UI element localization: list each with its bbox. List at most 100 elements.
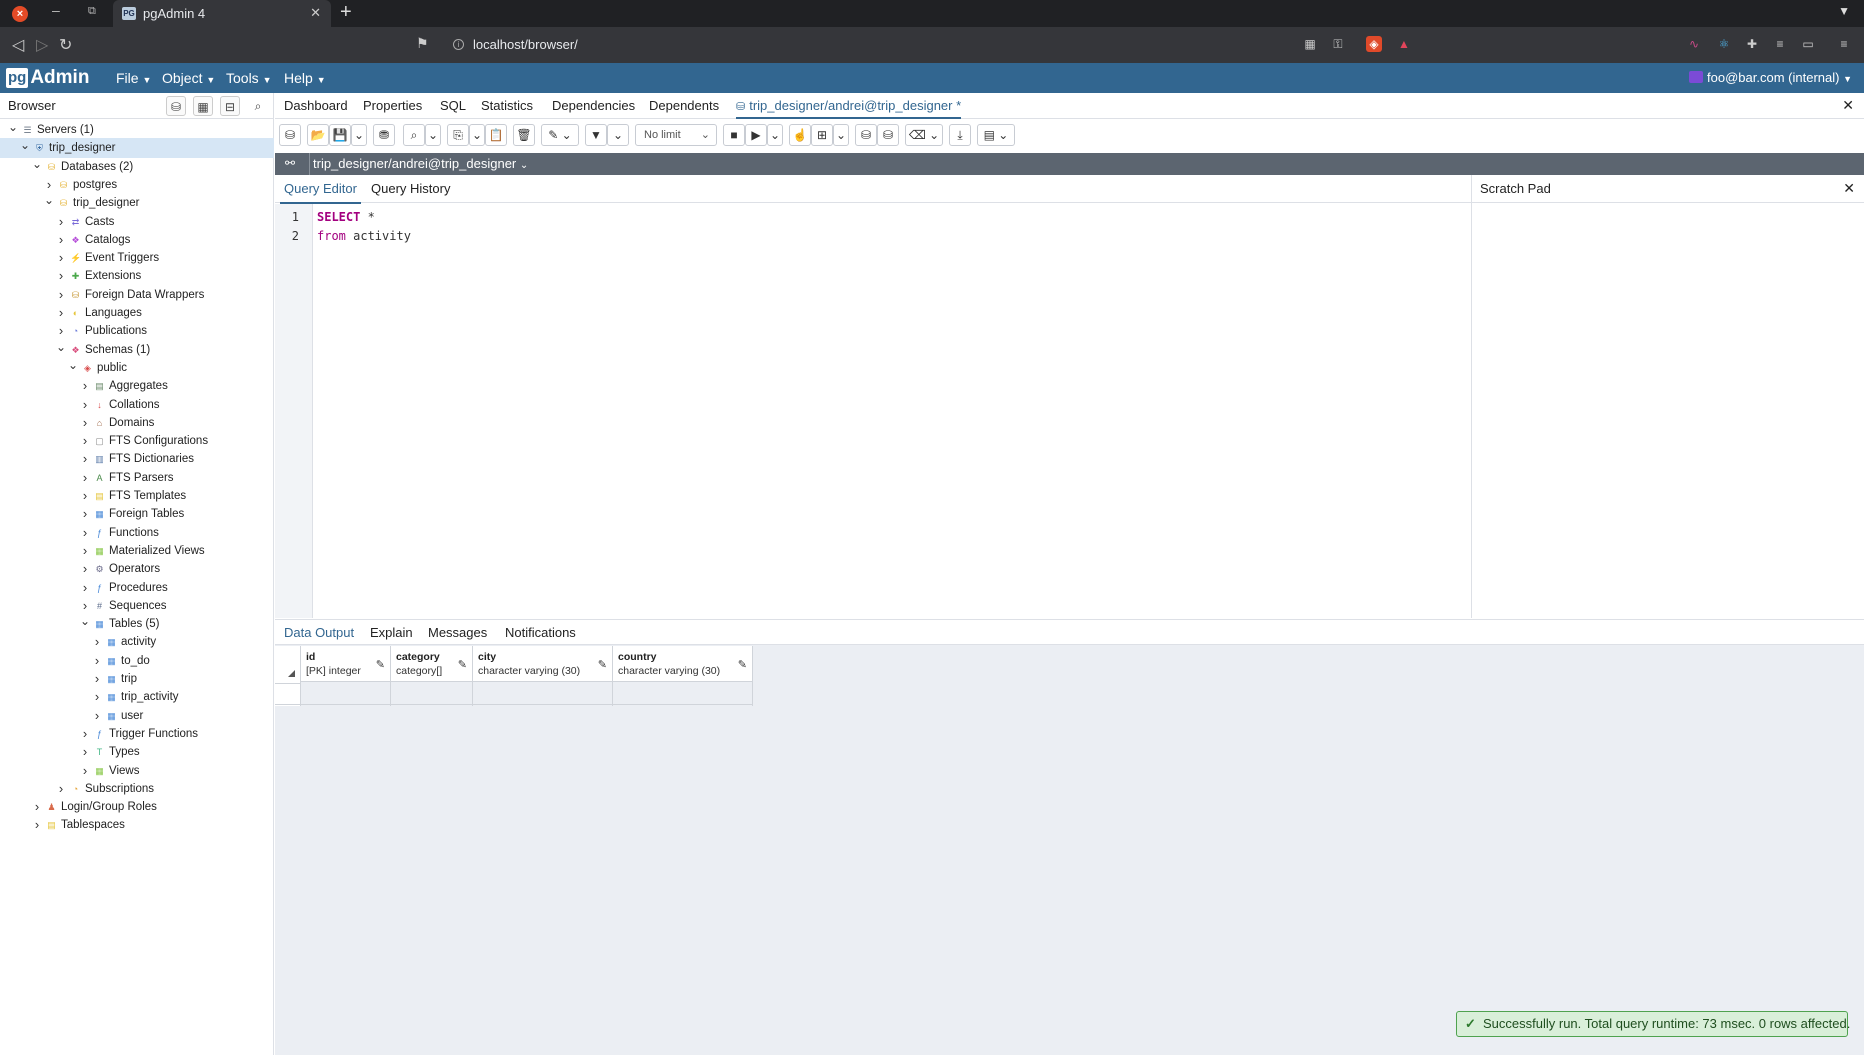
chevron-down-icon[interactable]: ⌄ <box>80 614 90 628</box>
chevron-right-icon[interactable]: › <box>80 504 90 524</box>
rollback-icon[interactable]: ⛁ <box>877 124 899 146</box>
brave-rewards-icon[interactable]: ▲ <box>1396 36 1412 52</box>
save-data-icon[interactable]: ⛃ <box>373 124 395 146</box>
stop-icon[interactable]: ■ <box>723 124 745 146</box>
view-data-icon[interactable]: ▦ <box>193 96 213 116</box>
window-minimize-icon[interactable]: – <box>52 2 60 18</box>
chevron-right-icon[interactable]: › <box>92 651 102 671</box>
chevron-right-icon[interactable]: › <box>56 212 66 232</box>
tree-item-fts-dictionaries[interactable]: › ▥ FTS Dictionaries <box>0 449 274 469</box>
browser-tab-close-icon[interactable]: ✕ <box>310 5 321 21</box>
chevron-right-icon[interactable]: › <box>92 687 102 707</box>
qr-icon[interactable]: ▦ <box>1302 36 1318 52</box>
chevron-down-icon[interactable]: ⌄ <box>32 157 42 171</box>
url-field[interactable]: i localhost/browser/ <box>447 33 1267 57</box>
edit-icon[interactable]: ✎ ⌄ <box>541 124 579 146</box>
browser-tab[interactable]: PG pgAdmin 4 ✕ <box>113 0 331 27</box>
delete-icon[interactable]: 🗑 <box>513 124 535 146</box>
tree-item-extensions[interactable]: › ✚ Extensions <box>0 266 274 286</box>
brave-shield-icon[interactable]: ◈ <box>1366 36 1382 52</box>
grid-column-city[interactable]: city character varying (30) ✎ <box>473 646 613 706</box>
tree-item-trip-designer[interactable]: ⌄ ⛁ trip_designer <box>0 193 274 213</box>
copy-icon[interactable]: ⎘ <box>447 124 469 146</box>
forward-icon[interactable]: ▷ <box>36 35 48 55</box>
tab-query-history[interactable]: Query History <box>371 181 450 196</box>
tab-query-tool[interactable]: ⛁ trip_designer/andrei@trip_designer * <box>736 98 962 119</box>
explain-analyze-icon[interactable]: ⊞ <box>811 124 833 146</box>
tree-item-fts-configurations[interactable]: › ▢ FTS Configurations <box>0 431 274 451</box>
chevron-right-icon[interactable]: › <box>92 669 102 689</box>
chevron-right-icon[interactable]: › <box>56 266 66 286</box>
tree-item-materialized-views[interactable]: › ▦ Materialized Views <box>0 541 274 561</box>
sql-editor[interactable] <box>314 204 1470 618</box>
explain-icon[interactable]: ☝ <box>789 124 811 146</box>
chevron-right-icon[interactable]: › <box>80 468 90 488</box>
wallet-icon[interactable]: ▭ <box>1800 36 1816 52</box>
execute-dropdown-icon[interactable]: ⌄ <box>767 124 783 146</box>
paste-icon[interactable]: 📋 <box>485 124 507 146</box>
tree-item-servers-1[interactable]: ⌄ ☰ Servers (1) <box>0 120 274 140</box>
chevron-right-icon[interactable]: › <box>80 523 90 543</box>
tree-item-user[interactable]: › ▦ user <box>0 706 274 726</box>
filter-dropdown-icon[interactable]: ⌄ <box>607 124 629 146</box>
chevron-right-icon[interactable]: › <box>80 578 90 598</box>
tree-item-postgres[interactable]: › ⛁ postgres <box>0 175 274 195</box>
grid-cell[interactable] <box>391 683 472 705</box>
chevron-right-icon[interactable]: › <box>80 376 90 396</box>
execute-icon[interactable]: ▶ <box>745 124 767 146</box>
chevron-right-icon[interactable]: › <box>32 797 42 817</box>
tab-list-chevron-icon[interactable]: ▼ <box>1838 4 1850 18</box>
tab-sql[interactable]: SQL <box>440 98 466 113</box>
database-icon[interactable]: ⛁ <box>279 124 301 146</box>
grid-select-all[interactable] <box>275 646 301 706</box>
tab-dependents[interactable]: Dependents <box>649 98 719 113</box>
filter-rows-icon[interactable]: ⊟ <box>220 96 240 116</box>
query-tool-icon[interactable]: ⛁ <box>166 96 186 116</box>
tree-item-fts-parsers[interactable]: › A FTS Parsers <box>0 468 274 488</box>
tree-item-domains[interactable]: › ⌂ Domains <box>0 413 274 433</box>
tree-item-public[interactable]: ⌄ ◈ public <box>0 358 274 378</box>
new-tab-icon[interactable]: + <box>340 1 352 24</box>
tree-item-tables-5[interactable]: ⌄ ▦ Tables (5) <box>0 614 274 634</box>
open-file-icon[interactable]: 📂 <box>307 124 329 146</box>
menu-tools[interactable]: Tools ▼ <box>226 70 272 86</box>
grid-column-category[interactable]: category category[] ✎ <box>391 646 473 706</box>
tree-item-foreign-data-wrappers[interactable]: › ⛁ Foreign Data Wrappers <box>0 285 274 305</box>
extension-wave-icon[interactable]: ∿ <box>1686 36 1702 52</box>
back-icon[interactable]: ◁ <box>12 35 24 55</box>
tree-item-sequences[interactable]: › # Sequences <box>0 596 274 616</box>
chevron-down-icon[interactable]: ⌄ <box>68 358 78 372</box>
chevron-right-icon[interactable]: › <box>80 431 90 451</box>
tree-item-catalogs[interactable]: › ❖ Catalogs <box>0 230 274 250</box>
save-file-icon[interactable]: 💾 <box>329 124 351 146</box>
search-objects-icon[interactable]: ⌕ <box>248 96 268 116</box>
tab-properties[interactable]: Properties <box>363 98 422 113</box>
site-info-icon[interactable]: i <box>453 39 464 50</box>
browser-menu-icon[interactable]: ≡ <box>1836 36 1852 52</box>
save-dropdown-icon[interactable]: ⌄ <box>351 124 367 146</box>
tree-item-trip[interactable]: › ▦ trip <box>0 669 274 689</box>
grid-cell[interactable] <box>301 683 390 705</box>
bookmark-icon[interactable]: ⚑ <box>416 35 429 52</box>
chevron-right-icon[interactable]: › <box>80 486 90 506</box>
tree-item-casts[interactable]: › ⇄ Casts <box>0 212 274 232</box>
tree-item-aggregates[interactable]: › ▤ Aggregates <box>0 376 274 396</box>
chevron-down-icon[interactable]: ⌄ <box>8 120 18 134</box>
menu-file[interactable]: File ▼ <box>116 70 151 86</box>
chevron-right-icon[interactable]: › <box>56 230 66 250</box>
tab-notifications[interactable]: Notifications <box>505 625 576 640</box>
tree-item-operators[interactable]: › ⚙ Operators <box>0 559 274 579</box>
tree-item-collations[interactable]: › ↓ Collations <box>0 395 274 415</box>
playlist-icon[interactable]: ≡ <box>1772 36 1788 52</box>
tree-item-to-do[interactable]: › ▦ to_do <box>0 651 274 671</box>
chevron-right-icon[interactable]: › <box>80 413 90 433</box>
tree-item-trip-designer[interactable]: ⌄ ⛨ trip_designer <box>0 138 274 159</box>
chevron-right-icon[interactable]: › <box>92 632 102 652</box>
chevron-right-icon[interactable]: › <box>80 742 90 762</box>
commit-icon[interactable]: ⛁ <box>855 124 877 146</box>
chevron-right-icon[interactable]: › <box>80 724 90 744</box>
chevron-down-icon[interactable]: ⌄ <box>20 138 30 152</box>
chevron-right-icon[interactable]: › <box>56 321 66 341</box>
clear-icon[interactable]: ⌫ ⌄ <box>905 124 943 146</box>
tab-query-editor[interactable]: Query Editor <box>280 181 361 204</box>
